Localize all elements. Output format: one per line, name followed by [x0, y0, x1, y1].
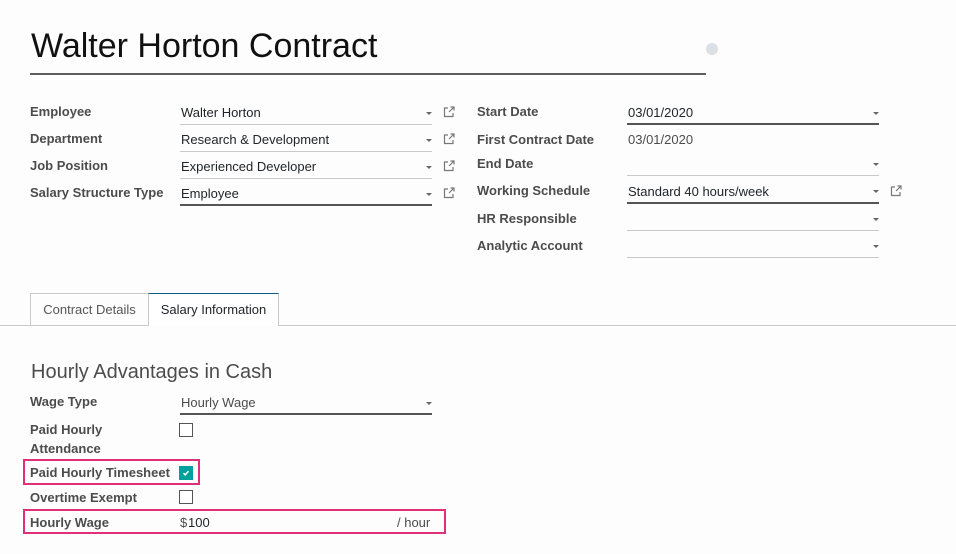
currency-symbol: $ [180, 515, 188, 530]
wage-type-label: Wage Type [30, 394, 98, 409]
start-date-label: Start Date [477, 104, 539, 119]
working-schedule-field-underline [627, 202, 879, 204]
salary-structure-type-label: Salary Structure Type [30, 185, 164, 200]
start-date-field-underline [627, 123, 879, 125]
working-schedule-external-link-icon[interactable] [890, 185, 902, 197]
start-date-dropdown-caret-icon[interactable] [873, 112, 879, 115]
wage-type-field[interactable]: Hourly Wage [181, 395, 256, 411]
paid-hourly-timesheet-label: Paid Hourly Timesheet [30, 465, 170, 480]
employee-field[interactable]: Walter Horton [181, 105, 261, 121]
checkmark-icon [182, 470, 190, 476]
first-contract-date-value: 03/01/2020 [628, 132, 694, 147]
employee-label: Employee [30, 104, 92, 119]
job-position-label: Job Position [30, 158, 108, 173]
job-position-field[interactable]: Experienced Developer [181, 159, 316, 175]
salary-structure-type-field-underline [180, 204, 432, 206]
tab-salary-information[interactable]: Salary Information [148, 293, 279, 326]
overtime-exempt-label: Overtime Exempt [30, 490, 137, 505]
paid-hourly-attendance-label-line1: Paid Hourly [30, 422, 103, 437]
hr-responsible-field-underline [627, 230, 879, 231]
hr-responsible-dropdown-caret-icon[interactable] [873, 218, 879, 221]
job-position-field-underline [180, 178, 432, 179]
department-field[interactable]: Research & Development [181, 132, 329, 148]
department-dropdown-caret-icon[interactable] [426, 139, 432, 142]
wage-type-dropdown-caret-icon[interactable] [426, 402, 432, 405]
tab-contract-details[interactable]: Contract Details [30, 293, 149, 325]
contract-title[interactable]: Walter Horton Contract [31, 26, 377, 66]
end-date-field-underline [627, 175, 879, 176]
employee-field-underline [180, 124, 432, 125]
working-schedule-field[interactable]: Standard 40 hours/week [628, 184, 769, 200]
department-label: Department [30, 131, 103, 146]
hourly-wage-unit: / hour [397, 515, 431, 530]
hourly-wage-label: Hourly Wage [30, 515, 109, 530]
employee-dropdown-caret-icon[interactable] [426, 112, 432, 115]
salary-structure-type-dropdown-caret-icon[interactable] [426, 193, 432, 196]
end-date-dropdown-caret-icon[interactable] [873, 163, 879, 166]
end-date-label: End Date [477, 156, 534, 171]
department-field-underline [180, 151, 432, 152]
paid-hourly-attendance-checkbox[interactable] [179, 423, 193, 437]
start-date-field[interactable]: 03/01/2020 [628, 105, 693, 121]
working-schedule-label: Working Schedule [477, 183, 591, 198]
paid-hourly-timesheet-checkbox[interactable] [179, 466, 193, 480]
wage-type-field-underline [180, 413, 432, 415]
working-schedule-dropdown-caret-icon[interactable] [873, 190, 879, 193]
section-title: Hourly Advantages in Cash [31, 361, 273, 383]
title-underline [30, 73, 706, 75]
first-contract-date-label: First Contract Date [477, 132, 595, 147]
job-position-external-link-icon[interactable] [443, 160, 455, 172]
overtime-exempt-checkbox[interactable] [179, 490, 193, 504]
employee-external-link-icon[interactable] [443, 106, 455, 118]
hr-responsible-label: HR Responsible [477, 211, 577, 226]
analytic-account-label: Analytic Account [477, 238, 583, 253]
hourly-wage-field[interactable]: 100 [188, 515, 210, 531]
department-external-link-icon[interactable] [443, 133, 455, 145]
analytic-account-field-underline [627, 257, 879, 258]
salary-structure-type-external-link-icon[interactable] [443, 187, 455, 199]
tabs-divider [0, 325, 956, 326]
paid-hourly-attendance-label-line2: Attendance [30, 441, 101, 456]
analytic-account-dropdown-caret-icon[interactable] [873, 245, 879, 248]
job-position-dropdown-caret-icon[interactable] [426, 166, 432, 169]
salary-structure-type-field[interactable]: Employee [181, 186, 239, 202]
status-dot-icon[interactable] [706, 43, 718, 55]
